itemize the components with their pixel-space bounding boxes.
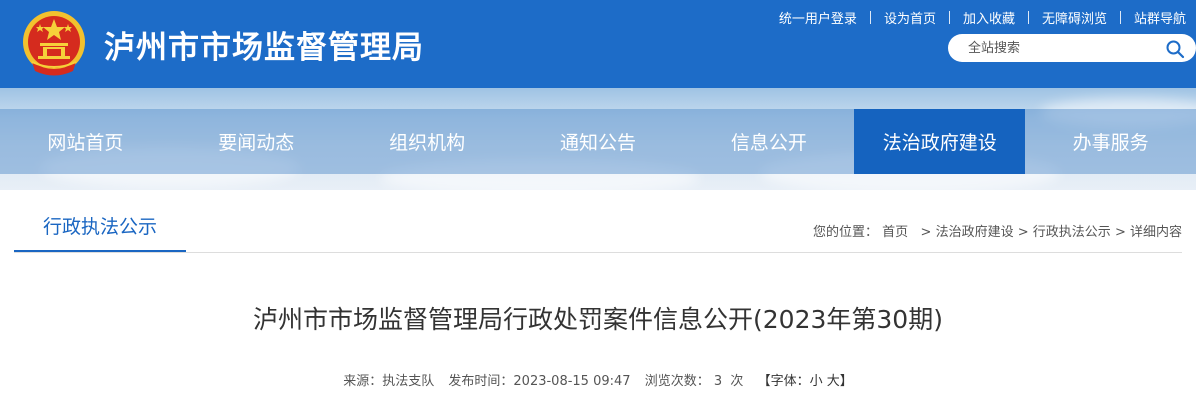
search-icon[interactable] (1165, 39, 1185, 59)
breadcrumb-label: 您的位置： (812, 225, 878, 240)
nav-item-news[interactable]: 要闻动态 (171, 109, 342, 174)
article-title: 泸州市市场监督管理局行政处罚案件信息公开(2023年第30期) (253, 305, 943, 334)
nav-item-notices[interactable]: 通知公告 (513, 109, 684, 174)
source-label: 来源： (343, 374, 383, 389)
main-nav: 网站首页 要闻动态 组织机构 通知公告 信息公开 法治政府建设 办事服务 (0, 109, 1196, 174)
publish-time: 发布时间：2023-08-15 09:47 (448, 374, 630, 389)
font-small-button[interactable]: 小 (810, 374, 823, 389)
search-input[interactable] (949, 35, 1195, 61)
time-value: 2023-08-15 09:47 (513, 374, 631, 389)
set-homepage-link[interactable]: 设为首页 (871, 8, 949, 27)
article-meta: 来源：执法支队 发布时间：2023-08-15 09:47 浏览次数： 3 次 … (0, 370, 1196, 389)
divider (14, 252, 1182, 253)
search-box (948, 34, 1196, 62)
breadcrumb: 您的位置： 首页 > 法治政府建设 > 行政执法公示 > 详细内容 (813, 221, 1182, 240)
national-emblem-icon[interactable] (18, 8, 90, 80)
top-links: 统一用户登录 设为首页 加入收藏 无障碍浏览 站群导航 (766, 7, 1186, 27)
breadcrumb-separator: > (1017, 225, 1029, 240)
breadcrumb-current: 详细内容 (1129, 225, 1182, 240)
site-group-nav-link[interactable]: 站群导航 (1121, 8, 1186, 27)
source-value: 执法支队 (382, 374, 435, 389)
section-title[interactable]: 行政执法公示 (14, 201, 186, 253)
source-info: 来源：执法支队 (343, 374, 434, 389)
views-unit: 次 (730, 374, 744, 389)
views-label: 浏览次数： (644, 374, 710, 389)
site-title[interactable]: 泸州市市场监督管理局 (104, 22, 424, 67)
nav-item-info-disclosure[interactable]: 信息公开 (683, 109, 854, 174)
views-value: 3 (713, 374, 723, 389)
breadcrumb-rule-of-law[interactable]: 法治政府建设 (936, 225, 1014, 240)
font-label: 【字体： (757, 374, 810, 389)
add-favorite-link[interactable]: 加入收藏 (950, 8, 1028, 27)
breadcrumb-separator: > (912, 225, 932, 240)
breadcrumb-enforcement[interactable]: 行政执法公示 (1033, 225, 1111, 240)
accessibility-link[interactable]: 无障碍浏览 (1029, 8, 1120, 27)
view-count: 浏览次数： 3 次 (645, 374, 744, 389)
font-bracket: 】 (839, 374, 853, 389)
nav-item-home[interactable]: 网站首页 (0, 109, 171, 174)
nav-item-organization[interactable]: 组织机构 (342, 109, 513, 174)
breadcrumb-home[interactable]: 首页 (882, 225, 908, 240)
time-label: 发布时间： (448, 374, 514, 389)
breadcrumb-separator: > (1114, 225, 1126, 240)
nav-item-services[interactable]: 办事服务 (1025, 109, 1196, 174)
site-header: 泸州市市场监督管理局 统一用户登录 设为首页 加入收藏 无障碍浏览 站群导航 (0, 0, 1196, 88)
login-link[interactable]: 统一用户登录 (766, 8, 870, 27)
font-large-button[interactable]: 大 (827, 374, 840, 389)
font-size-control: 【字体：小 大】 (758, 374, 853, 389)
nav-item-rule-of-law[interactable]: 法治政府建设 (854, 109, 1026, 174)
